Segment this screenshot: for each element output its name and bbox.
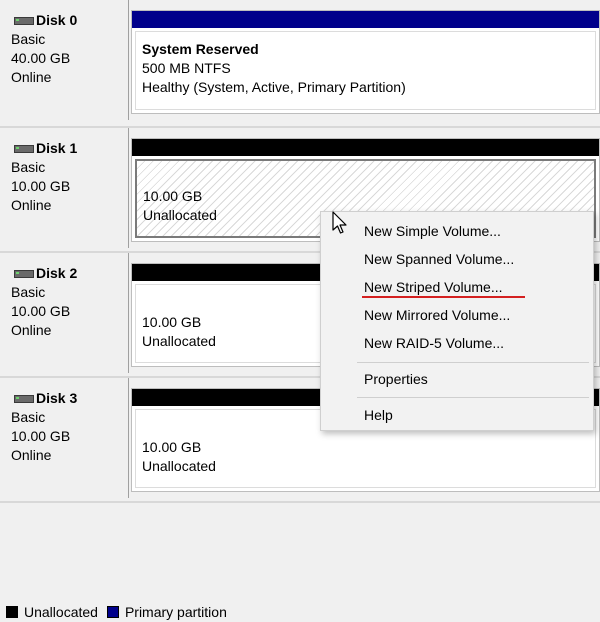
disk-type: Basic [11, 159, 46, 175]
disk-info-0[interactable]: Disk 0 Basic 40.00 GB Online [0, 0, 129, 120]
disk-type: Basic [11, 284, 46, 300]
partition-label: Unallocated [142, 458, 216, 474]
disk-row-0: Disk 0 Basic 40.00 GB Online System Rese… [0, 0, 600, 120]
hard-disk-icon [14, 269, 34, 278]
unallocated-bar [132, 139, 599, 156]
disk-size: 40.00 GB [11, 50, 71, 66]
disk-info-1[interactable]: Disk 1 Basic 10.00 GB Online [0, 128, 129, 248]
disk-type: Basic [11, 31, 46, 47]
disk-status: Online [11, 322, 52, 338]
hard-disk-icon [14, 144, 34, 153]
disk-info-2[interactable]: Disk 2 Basic 10.00 GB Online [0, 253, 129, 373]
partition-detail: 500 MB NTFS [142, 60, 231, 76]
legend-label: Primary partition [124, 603, 227, 620]
mouse-pointer-icon [332, 211, 347, 234]
disk-size: 10.00 GB [11, 303, 71, 319]
disk-title: Disk 3 [36, 390, 78, 406]
primary-partition-bar [132, 11, 599, 28]
partition-system-reserved[interactable]: System Reserved 500 MB NTFS Healthy (Sys… [131, 10, 600, 114]
menu-item-new-simple-volume[interactable]: New Simple Volume... [364, 220, 501, 242]
menu-separator [357, 362, 589, 363]
disk-title: Disk 1 [36, 140, 78, 156]
unallocated-swatch [6, 605, 18, 618]
legend-label: Unallocated [24, 603, 98, 620]
disk-info-3[interactable]: Disk 3 Basic 10.00 GB Online [0, 378, 129, 498]
disk-status: Online [11, 447, 52, 463]
context-menu: New Simple Volume... New Spanned Volume.… [320, 211, 594, 431]
legend: Unallocated Primary partition [0, 601, 600, 622]
menu-item-properties[interactable]: Properties [364, 368, 428, 390]
menu-item-new-raid5-volume[interactable]: New RAID-5 Volume... [364, 332, 504, 354]
partition-health: Healthy (System, Active, Primary Partiti… [142, 79, 406, 95]
disk-size: 10.00 GB [11, 428, 71, 444]
menu-item-new-spanned-volume[interactable]: New Spanned Volume... [364, 248, 514, 270]
menu-separator [357, 397, 589, 398]
disk-type: Basic [11, 409, 46, 425]
partition-size: 10.00 GB [142, 439, 202, 455]
menu-item-help[interactable]: Help [364, 404, 393, 426]
disk-status: Online [11, 197, 52, 213]
hard-disk-icon [14, 16, 34, 25]
disk-status: Online [11, 69, 52, 85]
hard-disk-icon [14, 394, 34, 403]
partition-size: 10.00 GB [143, 188, 203, 204]
legend-primary: Primary partition [106, 603, 227, 620]
row-divider [0, 501, 600, 503]
partition-name: System Reserved [142, 41, 259, 57]
menu-item-new-mirrored-volume[interactable]: New Mirrored Volume... [364, 304, 510, 326]
menu-item-new-striped-volume[interactable]: New Striped Volume... [364, 276, 503, 298]
primary-swatch [106, 605, 119, 618]
disk-size: 10.00 GB [11, 178, 71, 194]
legend-unallocated: Unallocated [6, 604, 98, 620]
highlight-underline [362, 296, 525, 298]
disk-title: Disk 2 [36, 265, 78, 281]
disk-title: Disk 0 [36, 12, 78, 28]
